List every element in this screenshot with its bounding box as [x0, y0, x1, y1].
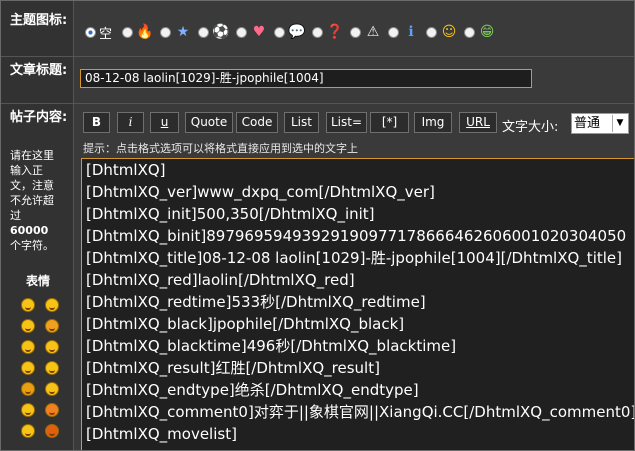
bold-button[interactable]: B	[83, 112, 110, 133]
star-icon: ★	[176, 24, 190, 40]
topic-icon-radio-flame[interactable]	[122, 26, 134, 38]
content-line: [DhtmlXQ_comment0]对弈于||象棋官网||XiangQi.CC[…	[86, 403, 635, 421]
content-line: [DhtmlXQ_title]08-12-08 laolin[1029]-胜-j…	[86, 249, 622, 267]
list-item-button[interactable]: [*]	[370, 112, 409, 133]
smiley-icon: ☺	[441, 24, 457, 40]
note-line: 请在这里	[10, 149, 54, 162]
topic-icon-radio-heart[interactable]	[236, 26, 248, 38]
heart-icon: ♥	[252, 24, 266, 40]
character-limit-suffix: 个字符。	[10, 239, 54, 252]
content-line: [DhtmlXQ_ver]www_dxpq_com[/DhtmlXQ_ver]	[86, 183, 435, 201]
content-line: [DhtmlXQ_redtime]533秒[/DhtmlXQ_redtime]	[86, 293, 426, 311]
image-button[interactable]: Img	[414, 112, 452, 133]
topic-icon-row: 主题图标: 空 🔥 ★ ⚽ ♥ 💬 ❓ ⚠ ℹ ☺ 😁	[1, 1, 634, 57]
flame-icon: 🔥	[136, 24, 154, 40]
content-line: [DhtmlXQ_init]500,350[/DhtmlXQ_init]	[86, 205, 375, 223]
content-line: [DhtmlXQ_blacktime]496秒[/DhtmlXQ_blackti…	[86, 337, 457, 355]
emoticon-icon[interactable]	[45, 340, 59, 354]
list-ordered-button[interactable]: List=	[326, 112, 367, 133]
content-row: 帖子内容: 请在这里 输入正 文，注意 不允许超 过 60000 个字符。 表情…	[1, 104, 635, 450]
chevron-down-icon[interactable]: ▼	[612, 115, 627, 132]
question-icon: ❓	[326, 24, 344, 40]
emoticon-icon[interactable]	[21, 403, 35, 417]
list-button[interactable]: List	[284, 112, 319, 133]
topic-icon-radio-info[interactable]	[388, 26, 400, 38]
note-line: 输入正	[10, 164, 43, 177]
content-line: [DhtmlXQ_movelist]	[86, 425, 237, 443]
post-form: 主题图标: 空 🔥 ★ ⚽ ♥ 💬 ❓ ⚠ ℹ ☺ 😁 文章标题: 08-12-08 laolin…	[0, 0, 635, 451]
font-size-select[interactable]: 普通 ▼	[571, 113, 629, 134]
underline-button[interactable]: u	[150, 112, 179, 133]
title-input[interactable]: 08-12-08 laolin[1029]-胜-jpophile[1004]	[80, 69, 532, 88]
content-line: [DhtmlXQ_red]laolin[/DhtmlXQ_red]	[86, 271, 355, 289]
content-line: [DhtmlXQ_binit]8979695949392919097717866…	[86, 227, 627, 245]
topic-icon-label-cell: 主题图标:	[1, 1, 74, 56]
character-limit: 60000	[10, 224, 49, 237]
content-line: [DhtmlXQ]	[86, 161, 166, 179]
topic-icon-options: 空 🔥 ★ ⚽ ♥ 💬 ❓ ⚠ ℹ ☺ 😁	[85, 22, 502, 42]
emoticon-icon[interactable]	[21, 424, 35, 438]
info-icon: ℹ	[408, 24, 414, 40]
content-line: [DhtmlXQ_endtype]绝杀[/DhtmlXQ_endtype]	[86, 381, 419, 399]
emoticon-icon[interactable]	[21, 340, 35, 354]
format-hint: 提示：点击格式选项可以将格式直接应用到选中的文字上	[83, 142, 358, 155]
topic-icon-radio-smiley[interactable]	[426, 26, 438, 38]
title-label-cell: 文章标题:	[1, 57, 74, 103]
emoticon-icon[interactable]	[45, 403, 59, 417]
topic-icon-radio-question[interactable]	[312, 26, 324, 38]
emoticon-icon[interactable]	[45, 361, 59, 375]
content-label-cell: 帖子内容: 请在这里 输入正 文，注意 不允许超 过 60000 个字符。 表情	[1, 104, 74, 450]
content-note: 请在这里 输入正 文，注意 不允许超 过 60000 个字符。	[10, 148, 70, 253]
emoticon-icon[interactable]	[45, 319, 59, 333]
soccer-ball-icon: ⚽	[212, 24, 230, 40]
topic-icon-radio-empty[interactable]	[85, 26, 96, 38]
title-label: 文章标题:	[10, 63, 68, 78]
topic-icon-radio-warning[interactable]	[350, 26, 362, 38]
emoticons-label: 表情	[26, 274, 51, 288]
content-textarea[interactable]: [DhtmlXQ] [DhtmlXQ_ver]www_dxpq_com[/Dhtm…	[81, 158, 635, 450]
empty-option-label: 空	[99, 26, 113, 42]
speech-bubble-icon: 💬	[288, 24, 306, 40]
content-label: 帖子内容:	[10, 110, 68, 125]
font-size-label: 文字大小:	[502, 120, 559, 135]
url-button[interactable]: URL	[459, 112, 497, 133]
emoticon-icon[interactable]	[21, 361, 35, 375]
note-line: 不允许超	[10, 194, 54, 207]
emoticon-icon[interactable]	[45, 298, 59, 312]
content-line: [DhtmlXQ_black]jpophile[/DhtmlXQ_black]	[86, 315, 405, 333]
code-button[interactable]: Code	[236, 112, 278, 133]
font-size-value: 普通	[574, 116, 601, 131]
emoticon-icon[interactable]	[21, 382, 35, 396]
emoticon-icon[interactable]	[21, 298, 35, 312]
topic-icon-radio-speech-bubble[interactable]	[274, 26, 286, 38]
grin-icon: 😁	[479, 24, 495, 40]
topic-icon-radio-soccer-ball[interactable]	[198, 26, 210, 38]
emoticon-icon[interactable]	[45, 382, 59, 396]
topic-icon-radio-star[interactable]	[160, 26, 172, 38]
topic-icon-label: 主题图标:	[10, 13, 68, 28]
quote-button[interactable]: Quote	[185, 112, 233, 133]
italic-button[interactable]: i	[117, 112, 144, 133]
content-line: [DhtmlXQ_result]红胜[/DhtmlXQ_result]	[86, 359, 380, 377]
emoticon-icon[interactable]	[21, 319, 35, 333]
note-line: 文，注意	[10, 179, 54, 192]
emoticon-icon[interactable]	[45, 424, 59, 438]
topic-icon-radio-grin[interactable]	[464, 26, 476, 38]
warning-icon: ⚠	[366, 24, 380, 40]
note-line: 过	[10, 209, 21, 222]
title-row: 文章标题: 08-12-08 laolin[1029]-胜-jpophile[1…	[1, 57, 634, 104]
